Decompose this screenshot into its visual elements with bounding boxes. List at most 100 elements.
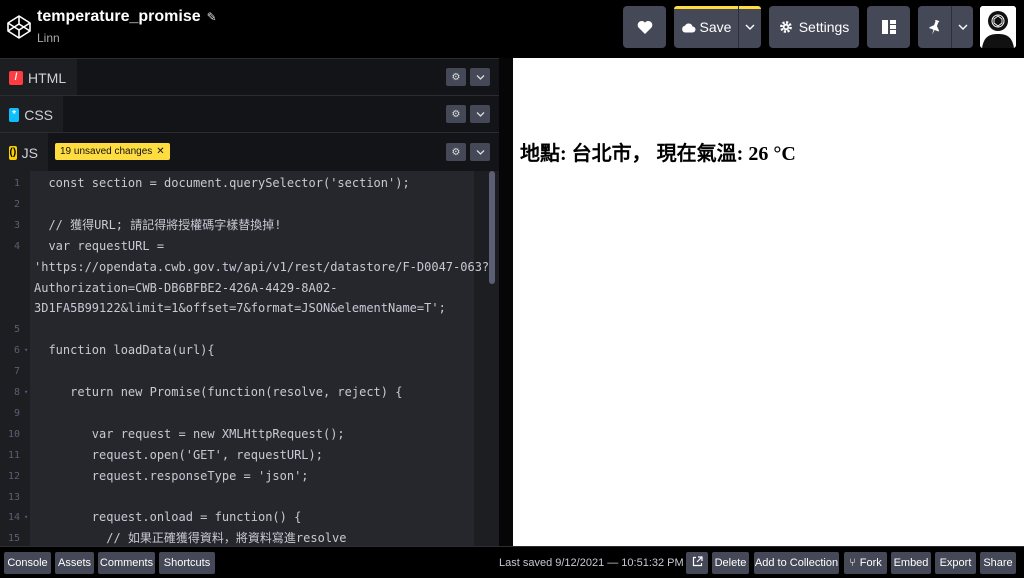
delete-button[interactable]: Delete <box>712 552 749 574</box>
code-line: // 獲得URL; 請記得將授權碼字樣替換掉! <box>34 217 282 232</box>
code-line: request.onload = function() { <box>34 510 302 525</box>
fork-button[interactable]: ⑂ Fork <box>844 552 887 574</box>
header: temperature_promise ✎ Linn Save Settings <box>0 0 1024 58</box>
comments-button[interactable]: Comments <box>98 552 155 574</box>
pane-resizer[interactable] <box>499 58 513 546</box>
save-options-button[interactable] <box>739 6 761 48</box>
gutter-line: 1 <box>0 173 30 194</box>
line-number: 3 <box>13 219 20 231</box>
heart-icon <box>637 20 653 35</box>
gutter-line: 9 <box>0 403 30 424</box>
tab-css[interactable]: * CSS <box>0 96 63 133</box>
add-to-collection-button[interactable]: Add to Collection <box>754 552 839 574</box>
gear-icon <box>779 20 793 34</box>
pen-title-block: temperature_promise ✎ Linn <box>37 8 217 45</box>
css-icon: * <box>9 107 20 122</box>
line-number: 8 <box>13 387 20 398</box>
tab-js-label: JS <box>21 144 38 161</box>
fold-toggle-icon[interactable]: ▾ <box>24 340 28 361</box>
heart-button[interactable] <box>623 6 666 48</box>
preview-output-text: 地點: 台北市， 現在氣溫: 26 °C <box>520 143 796 165</box>
chevron-down-icon <box>745 24 755 30</box>
assets-button[interactable]: Assets <box>55 552 94 574</box>
embed-button[interactable]: Embed <box>891 552 931 574</box>
line-number: 4 <box>13 240 20 252</box>
gutter-line: 14 ▾ <box>0 507 30 528</box>
external-link-icon <box>692 556 703 570</box>
close-icon[interactable]: ✕ <box>156 146 164 157</box>
chevron-down-icon[interactable] <box>470 68 490 86</box>
line-number: 5 <box>13 324 20 336</box>
line-number: 10 <box>7 428 20 440</box>
layout-icon <box>881 20 896 34</box>
console-button[interactable]: Console <box>4 552 51 574</box>
gutter-line: 6 ▾ <box>0 340 30 361</box>
gutter-line: 15 <box>0 528 30 546</box>
tab-html-label: HTML <box>28 69 67 86</box>
html-editor-header: / HTML ⚙ <box>0 58 499 96</box>
fold-toggle-icon[interactable]: ▾ <box>24 382 28 403</box>
line-number: 15 <box>7 533 20 545</box>
gutter-line <box>0 278 30 299</box>
code-line: 3D1FA5B99122&limit=1&offset=7&format=JSO… <box>34 301 446 316</box>
cloud-icon <box>681 22 696 33</box>
change-view-button[interactable] <box>867 6 910 48</box>
line-number: 1 <box>13 178 20 189</box>
gutter-line: 5 <box>0 319 30 340</box>
code-line: const section = document.querySelector('… <box>34 176 410 190</box>
js-code-editor[interactable]: 1 const section = document.querySelector… <box>0 171 499 546</box>
tab-js[interactable]: () JS <box>0 133 48 172</box>
html-icon: / <box>9 70 23 85</box>
tab-html[interactable]: / HTML <box>0 59 77 96</box>
js-editor-header: () JS 19 unsaved changes ✕ ⚙ <box>0 132 499 172</box>
chevron-down-icon[interactable] <box>470 143 490 161</box>
pencil-icon[interactable]: ✎ <box>207 10 217 24</box>
share-button[interactable]: Share <box>980 552 1016 574</box>
gutter-line: 11 <box>0 445 30 466</box>
shortcuts-button[interactable]: Shortcuts <box>159 552 215 574</box>
last-saved-status: Last saved 9/12/2021 — 10:51:32 PM <box>499 557 684 569</box>
gutter-line: 13 <box>0 487 30 508</box>
pin-button[interactable] <box>918 6 951 48</box>
save-label: Save <box>699 19 732 35</box>
pen-author[interactable]: Linn <box>37 31 217 45</box>
save-button-group: Save <box>674 6 761 48</box>
code-line: function loadData(url){ <box>34 343 215 358</box>
codepen-logo-icon[interactable] <box>6 14 32 40</box>
gutter-line: 2 <box>0 194 30 215</box>
fork-label: Fork <box>859 557 882 569</box>
gutter-line <box>0 257 30 278</box>
line-number: 2 <box>13 198 20 210</box>
line-number: 13 <box>7 491 20 503</box>
line-number: 12 <box>7 470 20 482</box>
avatar[interactable] <box>980 6 1016 48</box>
editor-scrollbar[interactable] <box>489 171 495 284</box>
line-number: 11 <box>7 449 20 461</box>
gutter-line: 8 ▾ <box>0 382 30 403</box>
fork-icon: ⑂ <box>849 557 856 569</box>
preview-panel: 地點: 台北市， 現在氣溫: 26 °C <box>513 58 1024 546</box>
open-external-button[interactable] <box>686 552 708 574</box>
gutter-line: 7 <box>0 361 30 382</box>
code-line: Authorization=CWB-DB6BFBE2-426A-4429-8A0… <box>34 280 338 295</box>
pen-title[interactable]: temperature_promise <box>37 8 201 26</box>
code-line: return new Promise(function(resolve, rej… <box>34 385 403 399</box>
gear-icon[interactable]: ⚙ <box>446 105 466 123</box>
export-button[interactable]: Export <box>935 552 976 574</box>
footer-bar: Console Assets Comments Shortcuts Last s… <box>0 546 1024 578</box>
gear-icon[interactable]: ⚙ <box>446 143 466 161</box>
js-icon: () <box>9 145 17 160</box>
chevron-down-icon[interactable] <box>470 105 490 123</box>
gear-icon[interactable]: ⚙ <box>446 68 466 86</box>
gutter-line: 12 <box>0 466 30 487</box>
save-button[interactable]: Save <box>674 6 738 48</box>
tab-css-label: CSS <box>24 106 53 123</box>
line-number: 9 <box>13 407 20 419</box>
fold-toggle-icon[interactable]: ▾ <box>24 507 28 528</box>
code-line: var requestURL = <box>34 238 165 253</box>
pin-options-button[interactable] <box>952 6 973 48</box>
gutter-line <box>0 298 30 319</box>
gutter-line: 3 <box>0 215 30 236</box>
unsaved-changes-badge[interactable]: 19 unsaved changes ✕ <box>55 143 170 160</box>
settings-button[interactable]: Settings <box>769 6 859 48</box>
